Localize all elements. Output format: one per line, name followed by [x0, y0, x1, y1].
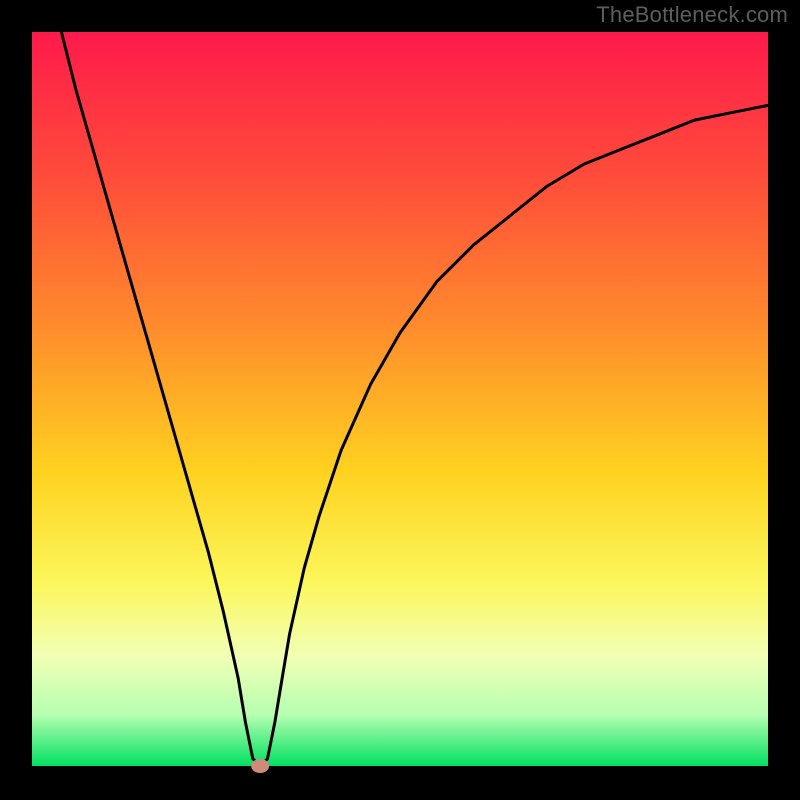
- plot-area: [32, 32, 768, 766]
- chart-frame: TheBottleneck.com: [0, 0, 800, 800]
- optimum-marker: [251, 759, 269, 773]
- bottleneck-chart: [0, 0, 800, 800]
- watermark-text: TheBottleneck.com: [596, 2, 788, 28]
